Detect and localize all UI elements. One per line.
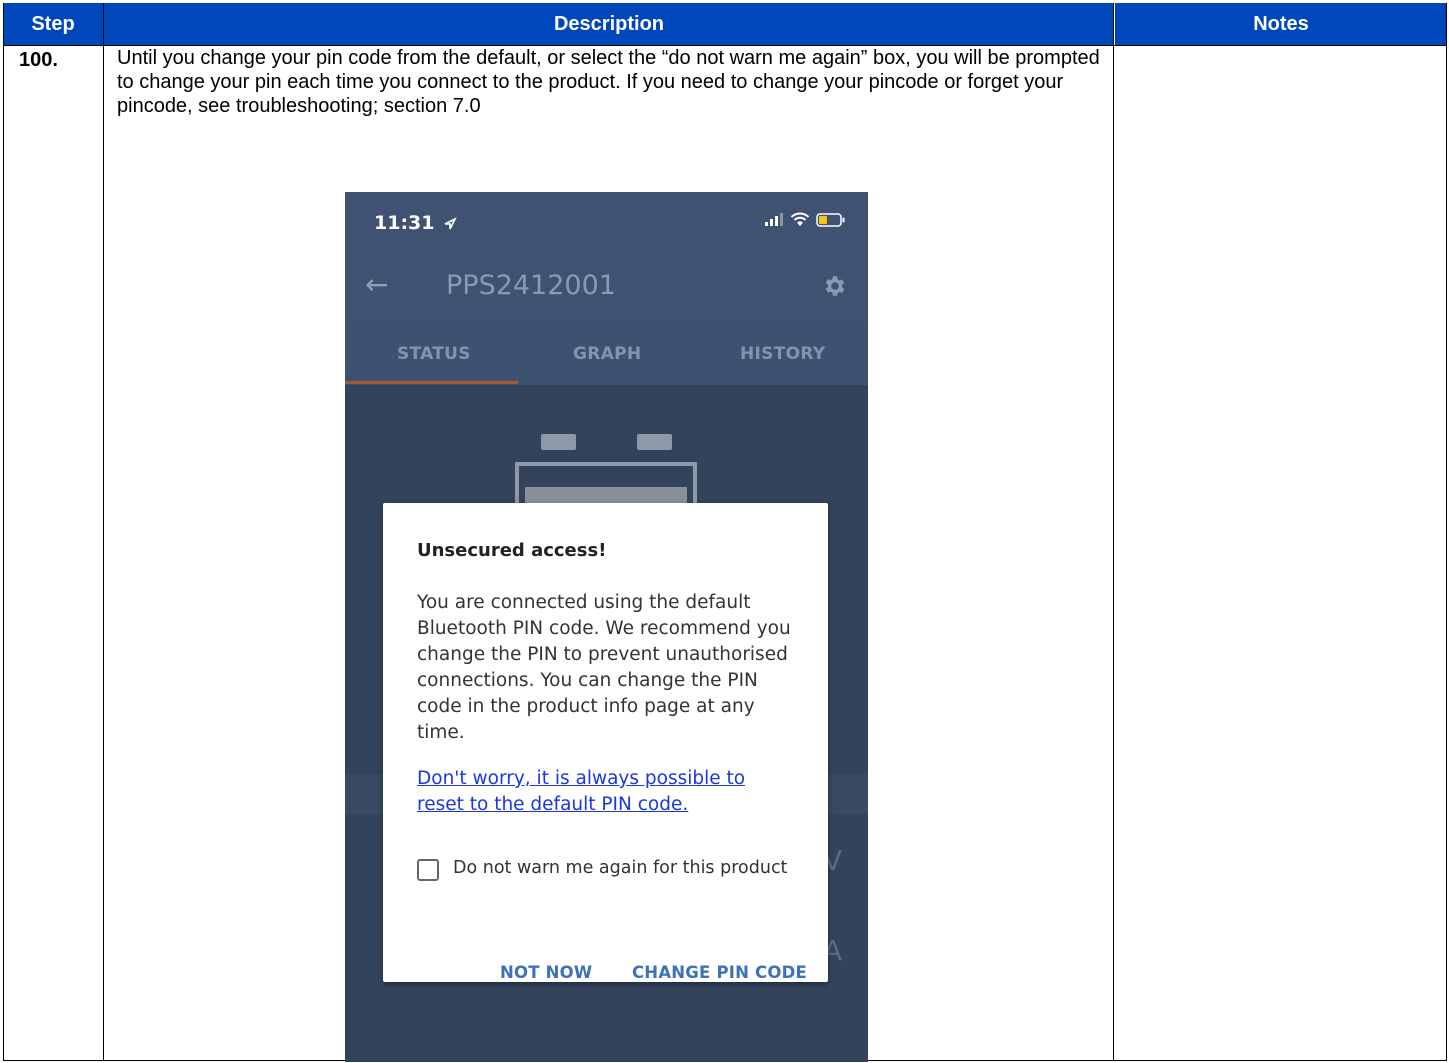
dialog-body: You are connected using the default Blue… [417,592,791,743]
table-border-right [1446,3,1447,1061]
tab-status[interactable]: STATUS [397,344,471,364]
not-now-button[interactable]: NOT NOW [500,963,592,982]
step-description: Until you change your pin code from the … [117,47,1100,117]
gear-icon[interactable] [822,273,848,299]
do-not-warn-checkbox[interactable] [417,859,439,881]
app-bar: ← PPS2412001 [345,250,868,322]
change-pin-button[interactable]: CHANGE PIN CODE [632,963,807,982]
do-not-warn-label[interactable]: Do not warn me again for this product [453,858,787,878]
header-description: Description [103,3,1114,45]
battery-status-icon [816,212,845,227]
tab-bar: STATUS GRAPH HISTORY [345,322,868,385]
active-tab-indicator [345,381,518,384]
table-border-left [3,3,4,1061]
reset-pin-link[interactable]: Don't worry, it is always possible to re… [417,766,797,818]
battery-terminal-right [637,434,672,450]
battery-terminal-left [541,434,576,450]
back-arrow-icon[interactable]: ← [365,268,388,301]
header-notes: Notes [1114,3,1447,45]
table-divider-notes [1113,3,1114,1061]
signal-icon [765,212,783,226]
device-title: PPS2412001 [446,270,616,301]
tab-history[interactable]: HISTORY [740,344,825,364]
wifi-icon [790,212,810,226]
status-icons [764,212,846,227]
step-number: 100. [19,49,58,71]
status-time-value: 11:31 [374,212,435,234]
location-arrow-icon [444,216,457,229]
unsecured-access-dialog: Unsecured access! You are connected usin… [383,503,828,982]
tab-graph[interactable]: GRAPH [573,344,641,364]
status-time: 11:31 [374,212,457,234]
header-step: Step [3,3,103,45]
dialog-title: Unsecured access! [417,540,607,561]
phone-screenshot: 11:31 ← PPS2412001 STATUS GRAPH HISTORY … [345,192,868,1062]
table-divider-step [103,3,104,1061]
status-bar: 11:31 [345,192,868,250]
